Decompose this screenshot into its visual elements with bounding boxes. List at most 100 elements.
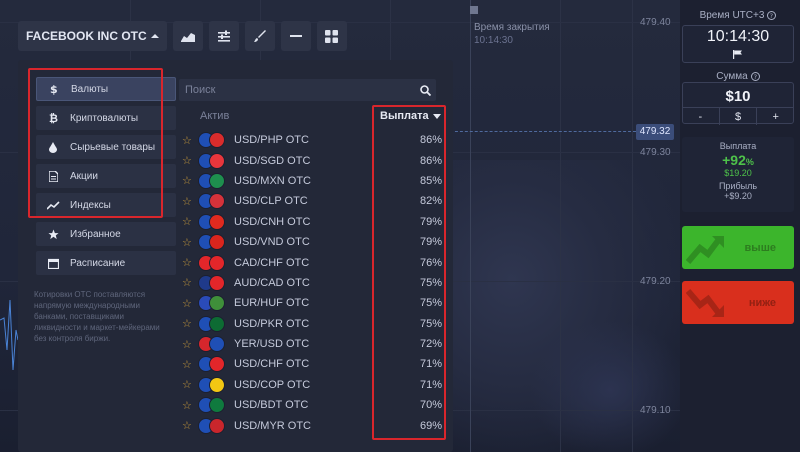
asset-name: USD/PHP OTC [234, 134, 309, 147]
flag-icon [209, 397, 225, 414]
asset-payout: 75% [419, 276, 442, 289]
grid-line [632, 0, 633, 452]
asset-panel: $ Валюты ₿ Криптовалюты Сырьевые товары … [18, 60, 453, 452]
asset-row[interactable]: ☆ USD/CLP OTC 82% [182, 191, 444, 211]
expiry-time-value: 10:14:30 [706, 28, 770, 45]
favorite-star-icon[interactable]: ☆ [182, 358, 198, 371]
category-stocks[interactable]: Акции [36, 164, 176, 188]
indicators-icon [217, 30, 230, 42]
asset-row[interactable]: ☆ USD/MYR OTC 69% [182, 415, 444, 435]
asset-row[interactable]: ☆ USD/MXN OTC 85% [182, 171, 444, 191]
asset-name: USD/COP OTC [234, 378, 311, 391]
currency-flags [198, 193, 230, 210]
asset-row[interactable]: ☆ USD/VND OTC 79% [182, 232, 444, 252]
amount-label: Сумма ? [682, 71, 794, 82]
favorite-star-icon[interactable]: ☆ [182, 134, 198, 147]
buy-up-button[interactable]: выше [682, 226, 794, 269]
payout-box: Выплата +92% $19.20 Прибыль +$9.20 [682, 137, 794, 212]
amount-decrease-button[interactable]: - [682, 107, 719, 125]
category-favorites[interactable]: Избранное [36, 222, 176, 246]
asset-row[interactable]: ☆ USD/CHF OTC 71% [182, 354, 444, 374]
bitcoin-icon: ₿ [44, 112, 62, 124]
favorite-star-icon[interactable]: ☆ [182, 195, 198, 208]
asset-name: USD/SGD OTC [234, 154, 311, 167]
asset-row[interactable]: ☆ EUR/HUF OTC 75% [182, 293, 444, 313]
category-crypto[interactable]: ₿ Криптовалюты [36, 106, 176, 130]
category-indices[interactable]: Индексы [36, 193, 176, 217]
asset-name: CAD/CHF OTC [234, 256, 310, 269]
category-schedule[interactable]: Расписание [36, 251, 176, 275]
help-icon[interactable]: ? [767, 11, 777, 20]
chart-type-icon [180, 33, 195, 42]
favorite-star-icon[interactable]: ☆ [182, 236, 198, 249]
asset-row[interactable]: ☆ USD/COP OTC 71% [182, 375, 444, 395]
category-label: Акции [70, 170, 98, 182]
favorite-star-icon[interactable]: ☆ [182, 399, 198, 412]
favorite-star-icon[interactable]: ☆ [182, 419, 198, 432]
payout-percent-sign: % [745, 157, 754, 167]
buy-up-label: выше [744, 241, 776, 254]
currency-button[interactable]: $ [718, 107, 757, 125]
asset-row[interactable]: ☆ USD/PHP OTC 86% [182, 130, 444, 150]
category-label: Сырьевые товары [70, 141, 156, 153]
category-list: $ Валюты ₿ Криптовалюты Сырьевые товары … [36, 77, 176, 280]
chart-type-button[interactable] [172, 21, 203, 51]
currency-flags [198, 315, 230, 332]
favorite-star-icon[interactable]: ☆ [182, 297, 198, 310]
category-commodities[interactable]: Сырьевые товары [36, 135, 176, 159]
payout-amount: $19.20 [724, 168, 752, 178]
caret-up-icon [150, 34, 159, 38]
currency-flags [198, 152, 230, 169]
amount-increase-button[interactable]: + [756, 107, 795, 125]
star-icon [44, 228, 62, 240]
flag-icon [209, 356, 225, 373]
asset-row[interactable]: ☆ CAD/CHF OTC 76% [182, 252, 444, 272]
indicators-button[interactable] [208, 21, 239, 51]
asset-search[interactable] [179, 79, 436, 101]
asset-selector-button[interactable]: FACEBOOK INC OTC [18, 21, 167, 51]
asset-search-input[interactable] [179, 84, 414, 96]
chart-background-decoration [530, 320, 680, 452]
category-currencies[interactable]: $ Валюты [36, 77, 176, 101]
flag-icon [209, 274, 225, 291]
svg-text:₿: ₿ [49, 112, 58, 124]
asset-row[interactable]: ☆ USD/CNH OTC 79% [182, 212, 444, 232]
help-icon[interactable]: ? [750, 72, 760, 81]
category-label: Индексы [70, 199, 111, 211]
payout-label: Выплата [719, 141, 757, 151]
favorite-star-icon[interactable]: ☆ [182, 256, 198, 269]
currency-flags [198, 295, 230, 312]
expiry-time-box[interactable]: 10:14:30 [682, 25, 794, 63]
category-label: Избранное [70, 228, 121, 240]
search-icon[interactable] [414, 84, 436, 96]
asset-payout: 79% [419, 215, 442, 228]
favorite-star-icon[interactable]: ☆ [182, 338, 198, 351]
asset-row[interactable]: ☆ YER/USD OTC 72% [182, 334, 444, 354]
favorite-star-icon[interactable]: ☆ [182, 215, 198, 228]
column-header-payout[interactable]: Выплата [380, 110, 441, 122]
current-price-badge: 479.32 [636, 124, 674, 140]
asset-row[interactable]: ☆ USD/BDT OTC 70% [182, 395, 444, 415]
asset-payout: 86% [419, 154, 442, 167]
favorite-star-icon[interactable]: ☆ [182, 154, 198, 167]
asset-selector-label: FACEBOOK INC OTC [26, 29, 147, 43]
favorite-star-icon[interactable]: ☆ [182, 378, 198, 391]
flag-icon [209, 295, 225, 312]
line-tool-button[interactable] [280, 21, 311, 51]
asset-row[interactable]: ☆ USD/SGD OTC 86% [182, 150, 444, 170]
chart-toolbar: FACEBOOK INC OTC [18, 21, 347, 51]
asset-payout: 85% [419, 174, 442, 187]
sell-down-button[interactable]: ниже [682, 281, 794, 324]
favorite-star-icon[interactable]: ☆ [182, 317, 198, 330]
amount-value: $10 [725, 88, 751, 105]
asset-name: USD/CNH OTC [234, 215, 311, 228]
asset-row[interactable]: ☆ USD/PKR OTC 75% [182, 314, 444, 334]
layout-button[interactable] [316, 21, 347, 51]
favorite-star-icon[interactable]: ☆ [182, 174, 198, 187]
drawing-button[interactable] [244, 21, 275, 51]
currency-flags [198, 234, 230, 251]
favorite-star-icon[interactable]: ☆ [182, 276, 198, 289]
price-line [0, 299, 18, 371]
asset-row[interactable]: ☆ AUD/CAD OTC 75% [182, 273, 444, 293]
asset-payout: 72% [419, 338, 442, 351]
